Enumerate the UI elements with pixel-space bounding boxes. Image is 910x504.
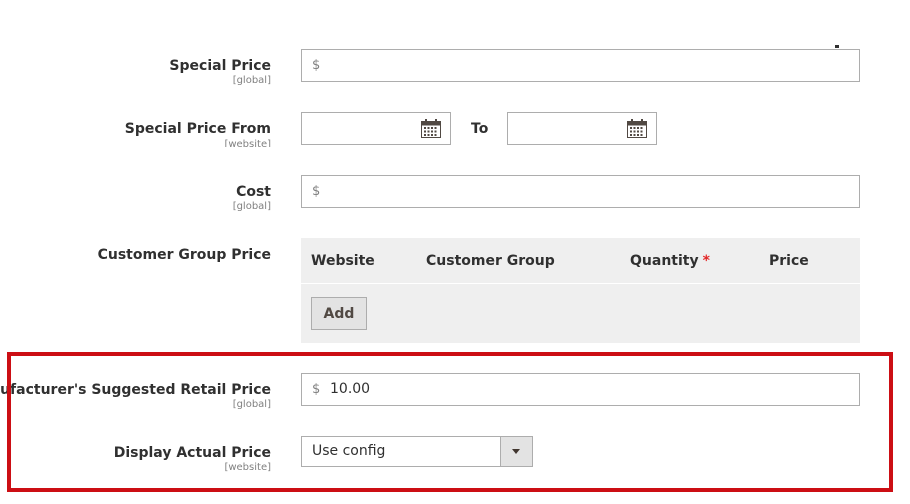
currency-prefix: $: [312, 382, 321, 397]
chevron-down-icon[interactable]: [500, 437, 532, 466]
cost-input[interactable]: $: [301, 175, 860, 208]
special-price-input[interactable]: $: [301, 49, 860, 82]
display-actual-price-label: Display Actual Price: [113, 445, 271, 461]
display-actual-price-selected: Use config: [312, 443, 386, 459]
special-price-from-date-input[interactable]: [301, 112, 451, 145]
cost-label: Cost: [236, 184, 271, 200]
column-quantity-label: Quantity: [630, 253, 699, 269]
msrp-label: Manufacturer's Suggested Retail Price: [0, 382, 271, 398]
cost-scope: [global]: [232, 201, 271, 212]
currency-prefix: $: [312, 58, 321, 73]
special-price-label: Special Price: [169, 58, 271, 74]
special-price-from-label: Special Price From: [124, 121, 271, 137]
add-customer-group-price-button[interactable]: Add: [311, 297, 367, 330]
grid-divider: [301, 283, 860, 284]
required-marker: *: [702, 253, 710, 269]
special-price-from-scope: [website]: [224, 139, 271, 147]
display-actual-price-scope: [website]: [224, 462, 271, 473]
customer-group-price-grid: Website Customer Group Quantity * Price A…: [301, 238, 860, 343]
calendar-icon[interactable]: [627, 119, 647, 138]
msrp-scope: [global]: [232, 399, 271, 410]
date-range-to-label: To: [471, 121, 489, 137]
special-price-to-date-input[interactable]: [507, 112, 657, 145]
grid-header: Website Customer Group Quantity * Price: [301, 238, 860, 283]
calendar-icon[interactable]: [421, 119, 441, 138]
column-website: Website: [311, 253, 375, 269]
column-price: Price: [769, 253, 809, 269]
column-quantity: Quantity *: [630, 253, 710, 269]
display-actual-price-select[interactable]: Use config: [301, 436, 533, 467]
msrp-value: 10.00: [330, 381, 371, 397]
currency-prefix: $: [312, 184, 321, 199]
special-price-scope: [global]: [232, 75, 271, 86]
msrp-input[interactable]: $ 10.00: [301, 373, 860, 406]
customer-group-price-label: Customer Group Price: [97, 247, 271, 263]
column-customer-group: Customer Group: [426, 253, 555, 269]
stray-mark: [835, 45, 839, 48]
